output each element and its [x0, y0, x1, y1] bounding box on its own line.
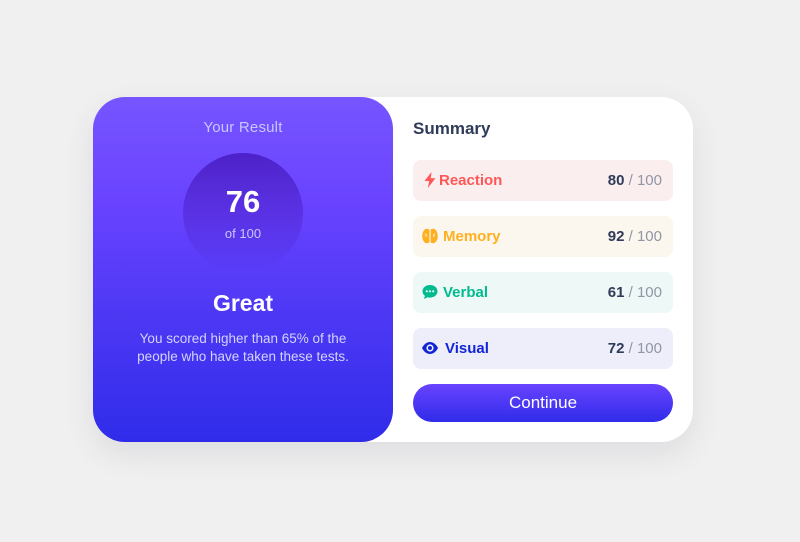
- summary-item-memory: Memory 92 / 100: [413, 216, 673, 257]
- brain-icon: [421, 227, 439, 245]
- summary-item-score-value: 80: [607, 172, 625, 189]
- score-value: 76: [225, 184, 261, 219]
- summary-item-verbal: Verbal 61 / 100: [413, 272, 673, 313]
- summary-item-label: Reaction: [439, 172, 503, 189]
- summary-item-reaction: Reaction 80 / 100: [413, 160, 673, 201]
- summary-item-score: 92 / 100: [608, 228, 662, 245]
- chat-bubble-icon: [421, 283, 439, 301]
- summary-item-score-value: 61: [607, 284, 625, 301]
- result-title: Your Result: [203, 119, 283, 136]
- summary-item-label: Visual: [445, 340, 489, 357]
- summary-title: Summary: [413, 119, 491, 138]
- score-out-of: of 100: [224, 226, 262, 241]
- summary-item-score-max: / 100: [628, 172, 662, 189]
- summary-item-score-max: / 100: [628, 228, 662, 245]
- results-summary-card: Your Result 76 of 100 Great You scored h…: [93, 97, 693, 442]
- summary-item-score: 80 / 100: [608, 172, 662, 189]
- summary-item-visual: Visual 72 / 100: [413, 328, 673, 369]
- summary-item-score: 61 / 100: [608, 284, 662, 301]
- summary-item-score-value: 72: [607, 340, 625, 357]
- eye-icon: [421, 339, 439, 357]
- summary-item-score-value: 92: [607, 228, 625, 245]
- rating-description: You scored higher than 65% of the people…: [137, 331, 349, 364]
- continue-button[interactable]: Continue: [413, 384, 673, 422]
- rating-label: Great: [212, 290, 274, 316]
- lightning-icon: [421, 171, 439, 189]
- score-circle: 76 of 100: [183, 153, 303, 273]
- summary-item-score-max: / 100: [628, 284, 662, 301]
- summary-item-label: Verbal: [443, 284, 489, 301]
- summary-item-label: Memory: [443, 228, 501, 245]
- summary-item-score: 72 / 100: [608, 340, 662, 357]
- result-panel: Your Result 76 of 100 Great You scored h…: [93, 97, 393, 442]
- summary-item-score-max: / 100: [628, 340, 662, 357]
